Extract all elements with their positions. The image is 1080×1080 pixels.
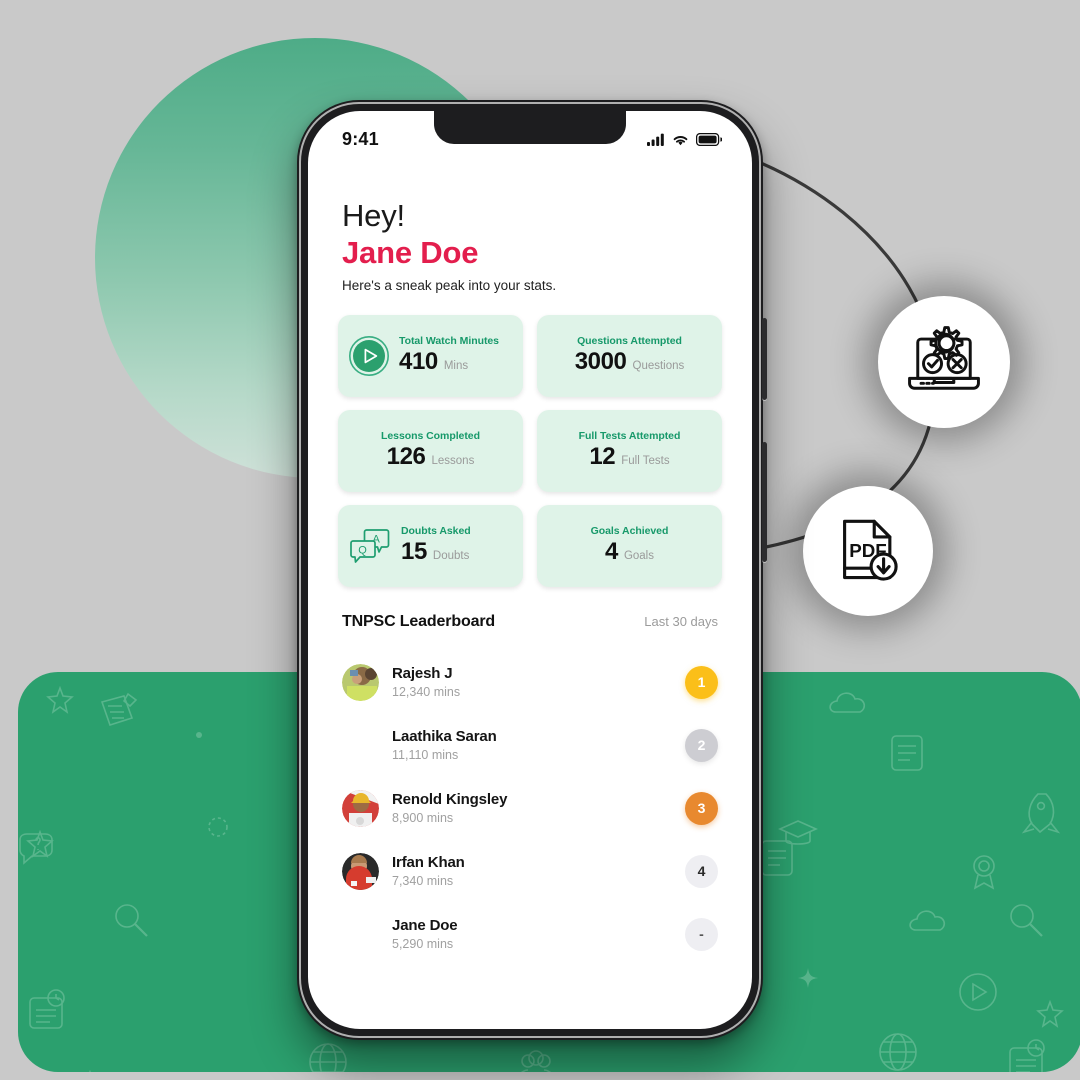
stat-value: 15 bbox=[401, 538, 427, 566]
leaderboard-section: TNPSC Leaderboard Last 30 days Rajesh J … bbox=[308, 587, 752, 966]
stat-card-goals-achieved[interactable]: Goals Achieved 4 Goals bbox=[537, 504, 722, 587]
leaderboard-minutes: 12,340 mins bbox=[392, 685, 461, 700]
leaderboard-list: Rajesh J 12,340 mins 1 Laathika Saran 11… bbox=[342, 651, 718, 966]
phone-mockup: 9:41 Hey! Jane Doe Here's a sneak peak i… bbox=[297, 100, 767, 1040]
stat-value: 3000 bbox=[574, 348, 627, 376]
leaderboard-row[interactable]: Irfan Khan 7,340 mins 4 bbox=[342, 840, 718, 903]
leaderboard-row[interactable]: Renold Kingsley 8,900 mins 3 bbox=[342, 777, 718, 840]
stat-value: 410 bbox=[399, 348, 438, 376]
stat-value: 4 bbox=[604, 538, 618, 566]
wifi-icon bbox=[673, 135, 688, 145]
phone-screen: 9:41 Hey! Jane Doe Here's a sneak peak i… bbox=[308, 111, 752, 1029]
stat-label: Doubts Asked bbox=[401, 525, 471, 538]
greeting-subtitle: Here's a sneak peak into your stats. bbox=[342, 277, 557, 293]
avatar bbox=[342, 663, 379, 701]
leaderboard-minutes: 5,290 mins bbox=[392, 937, 454, 952]
leaderboard-name: Jane Doe bbox=[392, 917, 458, 935]
floating-badge-settings[interactable] bbox=[878, 296, 1010, 428]
stat-label: Total Watch Minutes bbox=[399, 335, 499, 348]
stat-label: Full Tests Attempted bbox=[578, 430, 681, 443]
stat-card-doubts-asked[interactable]: A Q Doubts Asked 15 Doubts bbox=[338, 504, 523, 587]
battery-icon bbox=[696, 132, 722, 146]
laptop-gear-check-cross-icon bbox=[908, 326, 980, 390]
status-time: 9:41 bbox=[342, 128, 379, 149]
stat-label: Goals Achieved bbox=[590, 525, 669, 538]
stat-value: 126 bbox=[386, 443, 426, 471]
cellular-signal-icon bbox=[647, 133, 664, 146]
rank-badge: 2 bbox=[685, 728, 718, 762]
leaderboard-row[interactable]: Jane Doe 5,290 mins - bbox=[342, 903, 718, 966]
status-bar: 9:41 bbox=[308, 111, 752, 161]
leaderboard-range-filter[interactable]: Last 30 days bbox=[644, 614, 718, 629]
leaderboard-minutes: 7,340 mins bbox=[392, 874, 454, 889]
svg-text:Q: Q bbox=[358, 544, 367, 556]
stat-card-full-tests-attempted[interactable]: Full Tests Attempted 12 Full Tests bbox=[537, 409, 722, 492]
leaderboard-header: TNPSC Leaderboard Last 30 days bbox=[342, 613, 718, 631]
stat-card-total-watch-minutes[interactable]: Total Watch Minutes 410 Mins bbox=[338, 314, 523, 397]
leaderboard-name: Irfan Khan bbox=[392, 854, 465, 872]
stat-unit: Mins bbox=[443, 360, 469, 373]
rank-badge: 3 bbox=[685, 791, 718, 825]
avatar bbox=[342, 789, 379, 827]
rank-badge: 4 bbox=[685, 854, 718, 888]
greeting-user-name: Jane Doe bbox=[342, 234, 479, 270]
phone-volume-button[interactable] bbox=[762, 318, 767, 400]
greeting-hey: Hey! bbox=[342, 198, 405, 233]
stat-unit: Goals bbox=[623, 550, 654, 563]
stat-label: Questions Attempted bbox=[577, 335, 682, 348]
stat-unit: Full Tests bbox=[621, 455, 670, 468]
stats-grid: Total Watch Minutes 410 Mins Questions A… bbox=[308, 293, 752, 587]
rank-badge: 1 bbox=[685, 665, 718, 699]
leaderboard-name: Rajesh J bbox=[392, 665, 453, 683]
mockup-scene: PDF 9:41 Hey! Jane Doe Here's a sneak pe… bbox=[0, 0, 1080, 1080]
stat-unit: Questions bbox=[632, 360, 685, 373]
avatar bbox=[342, 916, 379, 953]
leaderboard-minutes: 8,900 mins bbox=[392, 811, 454, 826]
greeting-block: Hey! Jane Doe Here's a sneak peak into y… bbox=[308, 161, 752, 293]
stat-unit: Lessons bbox=[431, 455, 475, 468]
play-circle-icon bbox=[348, 335, 390, 377]
phone-power-button[interactable] bbox=[762, 442, 767, 562]
leaderboard-row[interactable]: Laathika Saran 11,110 mins 2 bbox=[342, 714, 718, 777]
leaderboard-title: TNPSC Leaderboard bbox=[342, 612, 496, 630]
stat-label: Lessons Completed bbox=[381, 430, 480, 443]
stat-card-questions-attempted[interactable]: Questions Attempted 3000 Questions bbox=[537, 314, 722, 397]
floating-badge-pdf[interactable]: PDF bbox=[803, 486, 933, 616]
leaderboard-row[interactable]: Rajesh J 12,340 mins 1 bbox=[342, 651, 718, 714]
stat-unit: Doubts bbox=[432, 550, 470, 563]
avatar bbox=[342, 727, 379, 764]
avatar bbox=[342, 852, 379, 890]
rank-badge: - bbox=[685, 917, 718, 951]
leaderboard-name: Laathika Saran bbox=[392, 728, 497, 746]
leaderboard-name: Renold Kingsley bbox=[392, 791, 508, 809]
leaderboard-minutes: 11,110 mins bbox=[392, 748, 459, 763]
stat-card-lessons-completed[interactable]: Lessons Completed 126 Lessons bbox=[338, 409, 523, 492]
stat-value: 12 bbox=[589, 443, 616, 471]
status-icons bbox=[647, 132, 722, 146]
pdf-download-icon: PDF bbox=[843, 519, 898, 581]
question-answer-bubbles-icon: A Q bbox=[348, 525, 392, 567]
